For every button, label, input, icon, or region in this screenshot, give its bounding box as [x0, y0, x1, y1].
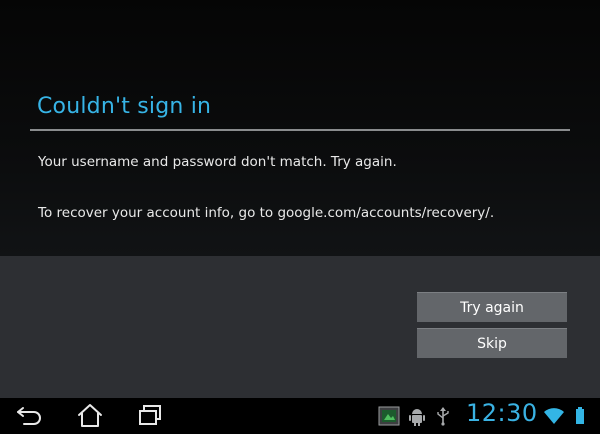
home-icon[interactable] — [74, 402, 106, 430]
battery-icon[interactable] — [575, 406, 585, 426]
system-bar: 12:30 — [0, 398, 600, 434]
recent-apps-icon[interactable] — [134, 402, 166, 430]
back-icon[interactable] — [14, 402, 46, 430]
dialog-title: Couldn't sign in — [37, 94, 212, 119]
usb-icon — [436, 406, 450, 426]
recovery-message: To recover your account info, go to goog… — [38, 205, 495, 221]
skip-button[interactable]: Skip — [417, 328, 567, 358]
screenshot-icon[interactable] — [378, 406, 400, 426]
try-again-button[interactable]: Try again — [417, 292, 567, 322]
dialog-content: Couldn't sign in Your username and passw… — [0, 0, 600, 256]
android-debug-icon — [408, 406, 426, 426]
action-area: Try again Skip — [0, 256, 600, 398]
screen: Couldn't sign in Your username and passw… — [0, 0, 600, 398]
clock[interactable]: 12:30 — [466, 399, 538, 427]
wifi-icon[interactable] — [544, 407, 564, 425]
error-message: Your username and password don't match. … — [38, 154, 397, 170]
title-divider — [30, 129, 570, 131]
